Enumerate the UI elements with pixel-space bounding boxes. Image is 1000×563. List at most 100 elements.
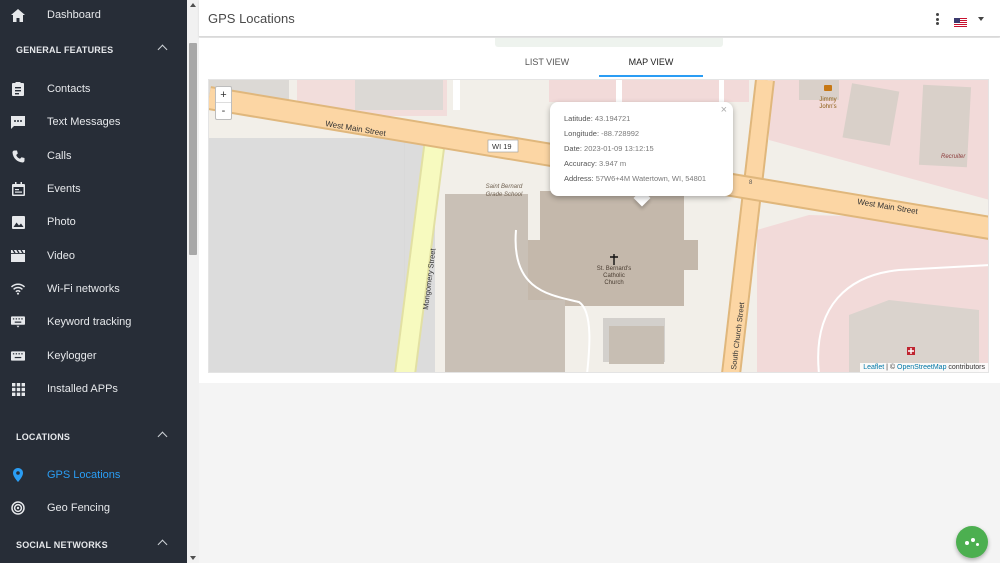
wifi-icon	[11, 282, 25, 296]
tab-list-view[interactable]: LIST VIEW	[495, 50, 599, 76]
tab-map-view[interactable]: MAP VIEW	[599, 50, 703, 76]
us-flag-icon[interactable]	[954, 14, 967, 27]
home-icon	[11, 8, 25, 22]
location-popup: × Latitude: 43.194721 Longitude: -88.728…	[550, 102, 733, 196]
popup-value: 2023-01-09 13:12:15	[584, 144, 654, 153]
sidebar-item-label: Text Messages	[47, 116, 121, 128]
sidebar-item-gps-locations[interactable]: GPS Locations	[0, 460, 187, 490]
section-general-features[interactable]: GENERAL FEATURES	[0, 37, 187, 63]
chevron-up-icon	[157, 431, 168, 442]
zoom-in-button[interactable]: +	[216, 87, 231, 103]
section-label: GENERAL FEATURES	[16, 45, 114, 55]
more-options-icon[interactable]	[936, 13, 940, 25]
sidebar-item-label: Installed APPs	[47, 383, 118, 395]
sidebar-item-label: Dashboard	[47, 9, 101, 21]
popup-row-date: Date: 2023-01-09 13:12:15	[564, 144, 733, 159]
poi-label-jimmy-1: Jimmy	[819, 97, 836, 103]
zoom-out-button[interactable]: -	[216, 103, 231, 119]
popup-label: Date:	[564, 144, 582, 153]
scroll-up-arrow-icon[interactable]	[190, 3, 196, 7]
apps-grid-icon	[11, 382, 25, 396]
sidebar-item-wifi-networks[interactable]: Wi-Fi networks	[0, 274, 187, 304]
sidebar-scrollbar[interactable]	[187, 0, 199, 563]
popup-label: Address:	[564, 174, 594, 183]
sidebar-item-installed-apps[interactable]: Installed APPs	[0, 374, 187, 404]
sidebar-item-keyword-tracking[interactable]: Keyword tracking	[0, 307, 187, 337]
tab-label: MAP VIEW	[628, 57, 674, 67]
zoom-control: + -	[215, 86, 232, 120]
sidebar-item-text-messages[interactable]: Text Messages	[0, 107, 187, 137]
popup-value: -88.728992	[601, 129, 640, 138]
popup-value: 43.194721	[594, 114, 631, 123]
popup-label: Longitude:	[564, 129, 600, 138]
close-popup-icon[interactable]: ×	[721, 105, 727, 116]
popup-row-accuracy: Accuracy: 3.947 m	[564, 159, 733, 174]
leaflet-link[interactable]: Leaflet	[863, 364, 884, 371]
section-label: SOCIAL NETWORKS	[16, 540, 108, 550]
chevron-up-icon	[157, 44, 168, 55]
notification-toast	[495, 38, 723, 47]
popup-value: 57W6+4M Watertown, WI, 54801	[595, 174, 707, 183]
sidebar-item-label: Photo	[47, 216, 76, 228]
sidebar-item-label: Keyword tracking	[47, 316, 132, 328]
road-label-wi19: WI 19	[492, 142, 512, 151]
poi-label-jimmy-2: John's	[819, 104, 836, 110]
photo-icon	[11, 215, 25, 229]
sidebar-item-label: Keylogger	[47, 350, 97, 362]
video-icon	[11, 249, 25, 263]
poi-label-church-1: St. Bernard's	[597, 266, 632, 272]
sidebar-item-dashboard[interactable]: Dashboard	[0, 0, 187, 30]
chat-support-button[interactable]	[956, 526, 988, 558]
sidebar-item-photo[interactable]: Photo	[0, 207, 187, 237]
sidebar-item-label: Calls	[47, 150, 72, 162]
chevron-up-icon	[157, 539, 168, 550]
popup-row-latitude: Latitude: 43.194721	[564, 114, 733, 129]
sidebar-item-label: Contacts	[47, 83, 91, 95]
active-tab-indicator	[599, 75, 703, 77]
map-attribution: Leaflet | © OpenStreetMap contributors	[860, 363, 988, 372]
sidebar-item-video[interactable]: Video	[0, 241, 187, 271]
target-icon	[11, 501, 25, 515]
keyboard-icon	[11, 349, 25, 363]
popup-row-longitude: Longitude: -88.728992	[564, 129, 733, 144]
page-title: GPS Locations	[208, 11, 295, 26]
sms-icon	[11, 115, 25, 129]
tab-label: LIST VIEW	[524, 57, 570, 67]
scrollbar-thumb[interactable]	[189, 43, 197, 255]
keyboard-icon	[11, 315, 25, 329]
phone-icon	[11, 149, 25, 163]
poi-label-school-2: Grade School	[486, 192, 523, 198]
sidebar-item-keylogger[interactable]: Keylogger	[0, 341, 187, 371]
scroll-down-arrow-icon[interactable]	[190, 556, 196, 560]
sidebar-item-calls[interactable]: Calls	[0, 141, 187, 171]
popup-label: Accuracy:	[564, 159, 597, 168]
sidebar-item-label: Events	[47, 183, 81, 195]
popup-row-address: Address: 57W6+4M Watertown, WI, 54801	[564, 174, 733, 189]
map-view[interactable]: West Main Street West Main Street WI 19 …	[208, 79, 989, 373]
location-pin-icon	[11, 468, 25, 482]
sidebar-item-label: Geo Fencing	[47, 502, 110, 514]
poi-label-church-3: Church	[604, 280, 623, 286]
sidebar-item-contacts[interactable]: Contacts	[0, 74, 187, 104]
section-label: LOCATIONS	[16, 432, 71, 442]
sidebar-item-events[interactable]: Events	[0, 174, 187, 204]
sidebar: Dashboard GENERAL FEATURES Contacts Text…	[0, 0, 187, 563]
main-content: LIST VIEW MAP VIEW West Main Street West…	[199, 38, 1000, 383]
top-header: GPS Locations	[199, 0, 1000, 37]
popup-value: 3.947 m	[599, 159, 627, 168]
language-dropdown-caret-icon[interactable]	[978, 17, 984, 21]
section-social-networks[interactable]: SOCIAL NETWORKS	[0, 532, 187, 558]
sidebar-item-label: Video	[47, 250, 75, 262]
openstreetmap-link[interactable]: OpenStreetMap	[897, 364, 946, 371]
contacts-icon	[11, 82, 25, 96]
sidebar-item-geo-fencing[interactable]: Geo Fencing	[0, 493, 187, 523]
poi-label-recruiter: Recruiter	[941, 154, 966, 160]
poi-label-church-2: Catholic	[603, 273, 625, 279]
calendar-icon	[11, 182, 25, 196]
poi-label-school-1: Saint Bernard	[486, 184, 523, 190]
sidebar-item-label: Wi-Fi networks	[47, 283, 120, 295]
sidebar-item-label: GPS Locations	[47, 469, 121, 481]
attribution-separator: | ©	[884, 364, 898, 371]
attribution-suffix: contributors	[946, 364, 985, 371]
section-locations[interactable]: LOCATIONS	[0, 424, 187, 450]
